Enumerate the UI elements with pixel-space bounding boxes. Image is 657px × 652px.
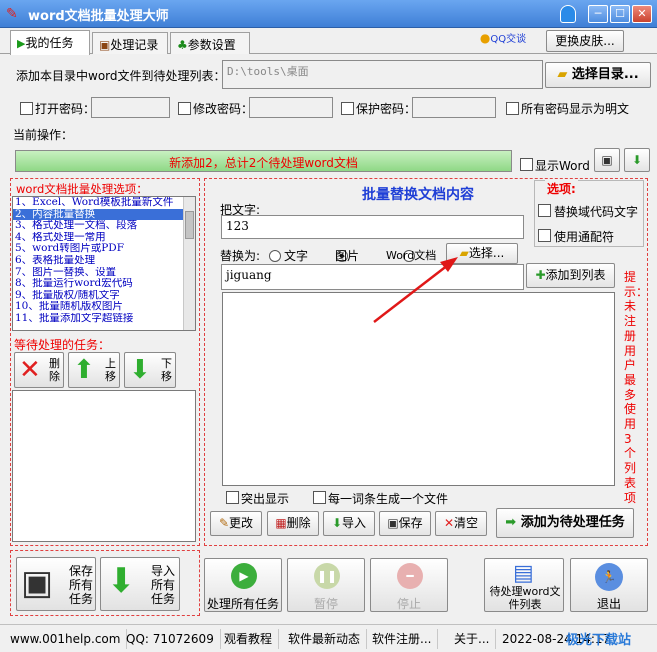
annotation-arrow-icon [373, 257, 458, 323]
